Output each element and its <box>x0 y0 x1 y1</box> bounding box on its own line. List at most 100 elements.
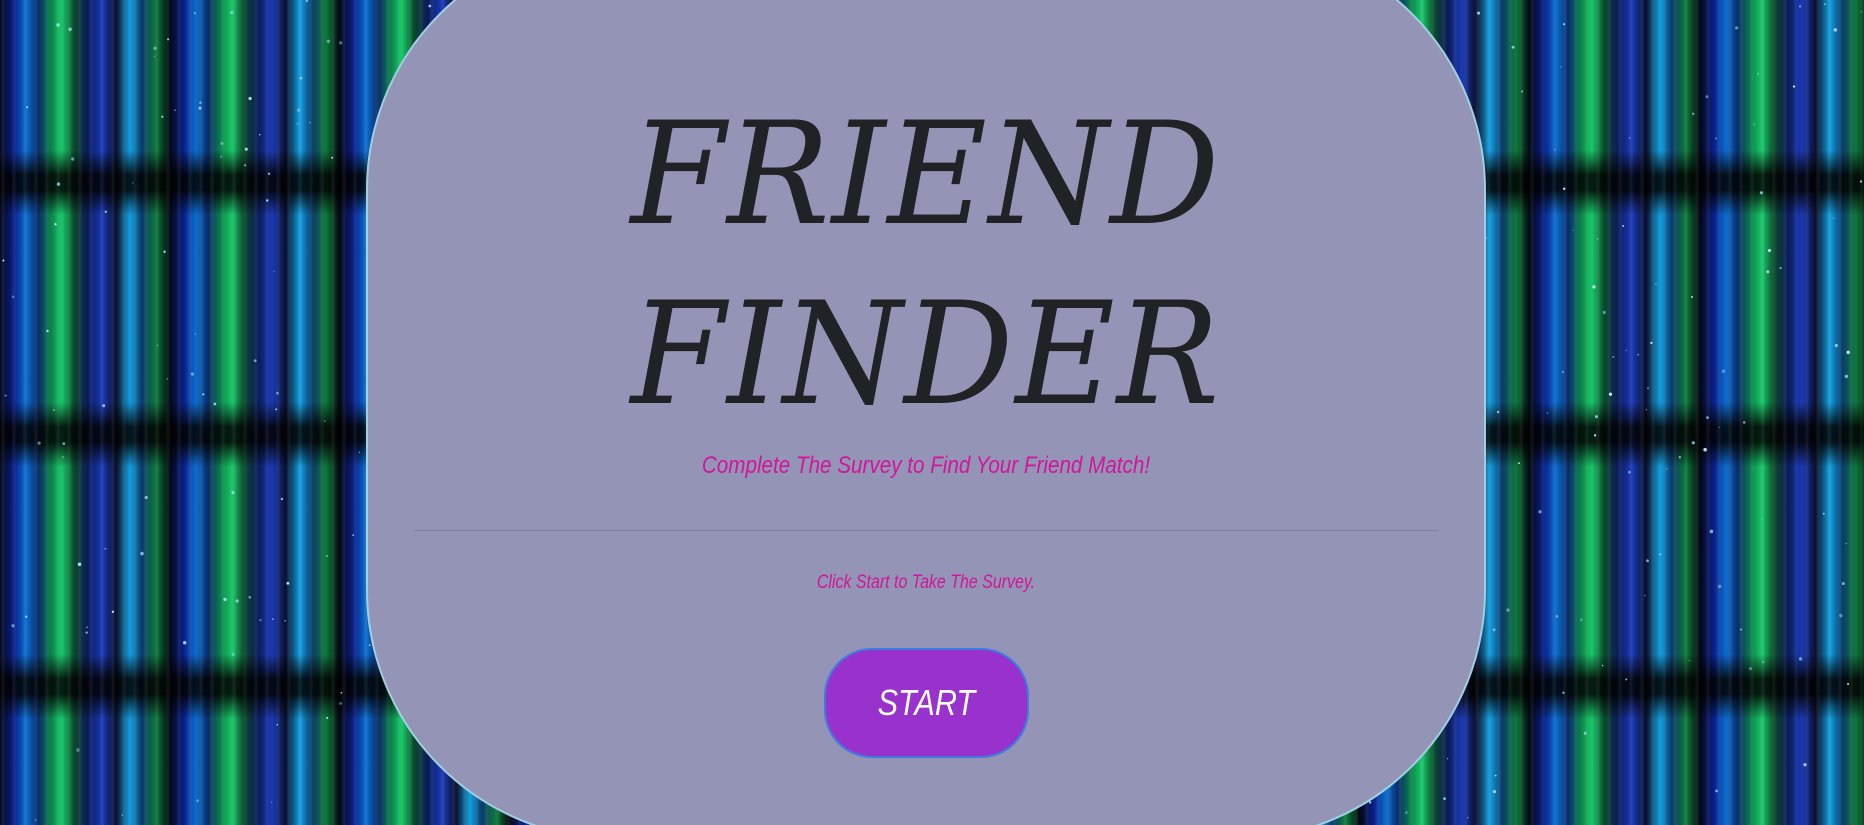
sparkle-dot <box>198 106 202 110</box>
sparkle-dot <box>1688 659 1691 662</box>
sparkle-dot <box>248 595 252 599</box>
sparkle-dot <box>1841 582 1845 586</box>
sparkle-dot <box>1521 90 1524 93</box>
sparkle-dot <box>1563 23 1566 26</box>
sparkle-dot <box>326 39 331 44</box>
start-button[interactable]: START <box>824 648 1029 758</box>
sparkle-dot <box>297 108 301 112</box>
sparkle-dot <box>220 155 222 158</box>
sparkle-dot <box>339 41 343 45</box>
sparkle-dot <box>267 172 271 175</box>
sparkle-dot <box>56 23 60 27</box>
sparkle-dot <box>299 76 303 80</box>
sparkle-dot <box>4 394 7 397</box>
sparkle-dot <box>230 11 234 15</box>
sparkle-dot <box>156 344 159 346</box>
sparkle-dot <box>296 122 299 125</box>
sparkle-dot <box>2 259 5 262</box>
sparkle-dot <box>153 55 156 58</box>
sparkle-dot <box>1583 731 1587 735</box>
sparkle-dot <box>1511 45 1515 49</box>
sparkle-dot <box>280 497 284 501</box>
sparkle-dot <box>1678 455 1682 459</box>
sparkle-dot <box>1767 248 1772 253</box>
sparkle-dot <box>11 624 15 628</box>
sparkle-dot <box>231 652 235 657</box>
sparkle-dot <box>1833 28 1838 32</box>
sparkle-dot <box>1839 613 1843 618</box>
sparkle-dot <box>1666 468 1668 470</box>
sparkle-dot <box>144 495 148 500</box>
sparkle-dot <box>1715 789 1719 793</box>
sparkle-dot <box>1735 26 1739 30</box>
sparkle-dot <box>1705 95 1709 99</box>
sparkle-dot <box>1844 374 1849 379</box>
sparkle-dot <box>140 551 144 556</box>
sparkle-dot <box>199 101 202 104</box>
sparkle-dot <box>253 359 257 363</box>
sparkle-dot <box>1759 191 1763 195</box>
sparkle-dot <box>220 141 224 145</box>
sparkle-dot <box>1554 148 1556 151</box>
sparkle-dot <box>190 372 194 376</box>
sparkle-dot <box>231 491 235 495</box>
sparkle-dot <box>1518 462 1520 465</box>
sparkle-dot <box>1647 387 1649 390</box>
sparkle-dot <box>286 581 290 585</box>
sparkle-dot <box>1822 512 1825 515</box>
sparkle-dot <box>1748 667 1753 671</box>
sparkle-dot <box>1859 180 1863 183</box>
sparkle-dot <box>1546 412 1549 414</box>
sparkle-dot <box>259 619 262 622</box>
sparkle-dot <box>1496 410 1500 414</box>
sparkle-dot <box>1847 682 1850 686</box>
sparkle-dot <box>1654 283 1657 286</box>
sparkle-dot <box>244 147 248 151</box>
sparkle-dot <box>1721 369 1726 373</box>
page-title-line-2: FINDER <box>630 272 1222 437</box>
sparkle-dot <box>121 814 124 816</box>
sparkle-dot <box>174 109 176 111</box>
sparkle-dot <box>331 156 334 159</box>
sparkle-dot <box>1572 229 1575 231</box>
sparkle-dot <box>1845 542 1848 545</box>
sparkle-dot <box>1803 763 1807 767</box>
sparkle-dot <box>368 644 371 647</box>
sparkle-dot <box>1608 392 1613 396</box>
sparkle-dot <box>1703 447 1707 452</box>
sparkle-dot <box>1560 66 1562 68</box>
sparkle-dot <box>1779 266 1782 270</box>
sparkle-dot <box>340 691 343 694</box>
sparkle-dot <box>1629 137 1631 139</box>
sparkle-dot <box>265 199 269 202</box>
sparkle-dot <box>1718 426 1720 428</box>
instruction-text: Click Start to Take The Survey. <box>816 572 1036 593</box>
sparkle-dot <box>37 441 41 445</box>
sparkle-dot <box>1612 355 1615 358</box>
sparkle-dot <box>11 295 15 299</box>
sparkle-dot <box>76 748 80 752</box>
sparkle-dot <box>1562 187 1566 190</box>
sparkle-dot <box>1761 518 1763 520</box>
sparkle-dot <box>86 626 89 629</box>
sparkle-dot <box>1692 112 1695 115</box>
sparkle-dot <box>284 619 286 622</box>
sparkle-dot <box>1602 310 1606 315</box>
sparkle-dot <box>1593 434 1597 437</box>
sparkle-dot <box>52 408 56 412</box>
sparkle-dot <box>213 402 217 406</box>
sparkle-dot <box>71 157 75 161</box>
sparkle-dot <box>194 333 197 335</box>
sparkle-dot <box>1834 343 1838 348</box>
sparkle-dot <box>1506 608 1510 612</box>
sparkle-dot <box>1824 3 1826 5</box>
sparkle-dot <box>131 182 134 184</box>
sparkle-dot <box>1580 618 1583 621</box>
sparkle-dot <box>1494 774 1497 777</box>
sparkle-dot <box>167 38 170 41</box>
sparkle-dot <box>305 0 309 3</box>
sparkle-dot <box>1832 217 1835 220</box>
sparkle-dot <box>104 548 107 550</box>
page-title-line-1: FRIEND <box>630 92 1222 257</box>
sparkle-dot <box>1762 661 1765 664</box>
